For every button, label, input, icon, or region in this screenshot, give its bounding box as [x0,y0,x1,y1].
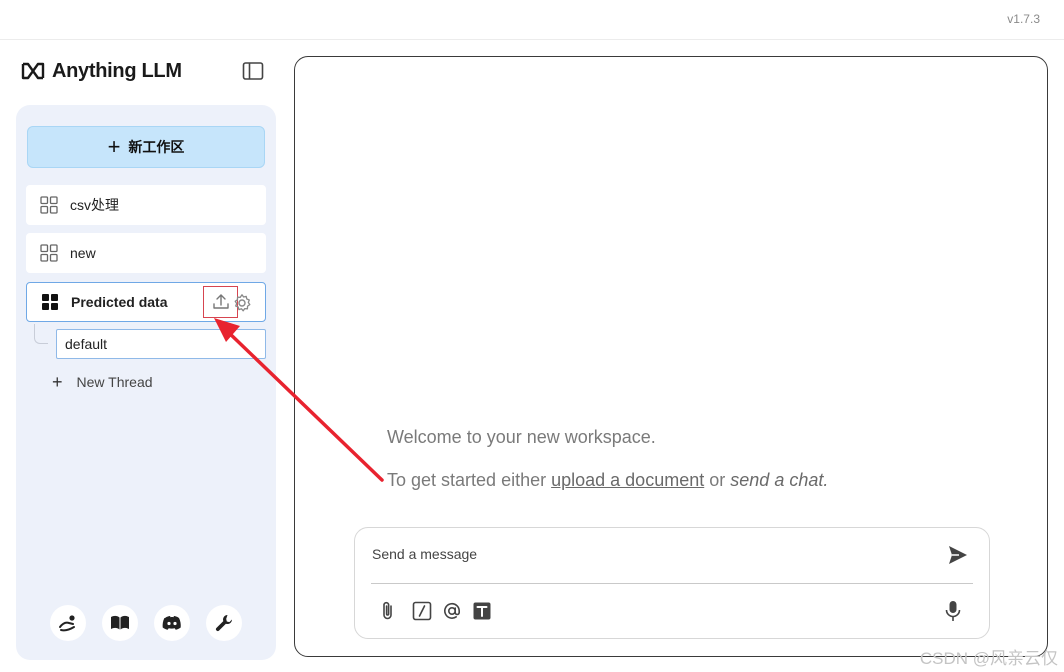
workspace-item-csv[interactable]: csv处理 [26,185,266,225]
brand: Anything LLM [20,58,182,84]
community-hub-icon [59,615,75,632]
workspace-grid-icon [40,244,58,262]
thread-item-default[interactable]: default [56,329,266,359]
workspace-grid-filled-icon [42,294,58,310]
brand-name: Anything LLM [52,59,182,82]
upload-icon [212,294,229,309]
slash-command-button[interactable] [411,600,433,622]
text-size-icon [473,602,491,620]
attach-button[interactable] [377,600,399,622]
anything-llm-logo-icon [21,62,45,80]
sidebar-toggle-icon[interactable] [242,61,264,81]
upload-document-link[interactable]: upload a document [551,470,704,490]
workspace-grid-icon [40,196,58,214]
workspace-label: csv处理 [70,197,119,213]
chat-panel: Welcome to your new workspace. To get st… [294,56,1048,657]
at-mention-icon [444,602,461,619]
send-icon[interactable] [947,544,969,566]
send-chat-link[interactable]: send a chat. [730,470,828,490]
message-composer [354,527,990,639]
workspace-item-predicted-data[interactable]: Predicted data [26,282,266,322]
discord-button[interactable] [154,605,190,641]
thread-connector [34,324,48,344]
workspace-item-new[interactable]: new [26,233,266,273]
new-workspace-button[interactable]: + 新工作区 [27,126,265,168]
at-mention-button[interactable] [441,600,463,622]
docs-book-icon [111,615,129,630]
settings-wrench-icon [215,615,232,632]
get-started-message: To get started either upload a document … [387,470,828,491]
workspace-label: Predicted data [71,294,168,310]
watermark: CSDN @风亲云仅 [919,649,1058,668]
sidebar: + 新工作区 csv处理 new Predicted data default … [16,105,276,660]
plus-icon: + [107,134,121,159]
plus-icon: + [52,372,63,392]
microphone-button[interactable] [942,600,964,622]
workspace-settings-gear-icon[interactable] [232,293,252,313]
community-hub-button[interactable] [50,605,86,641]
slash-command-icon [412,601,432,621]
text-size-button[interactable] [471,600,493,622]
top-bar: v1.7.3 [0,0,1064,40]
new-thread-label: New Thread [76,374,153,390]
microphone-icon [945,601,961,621]
docs-button[interactable] [102,605,138,641]
message-input[interactable] [372,540,932,568]
or-text: or [709,470,726,490]
welcome-message: Welcome to your new workspace. [387,427,656,447]
composer-divider [371,583,973,584]
get-started-prefix: To get started either [387,470,547,490]
settings-button[interactable] [206,605,242,641]
discord-icon [162,616,181,630]
new-thread-button[interactable]: + New Thread [52,373,153,391]
attachment-icon [383,601,392,620]
workspace-label: new [70,245,96,261]
app-version: v1.7.3 [1007,12,1040,26]
new-workspace-label: 新工作区 [128,139,185,155]
